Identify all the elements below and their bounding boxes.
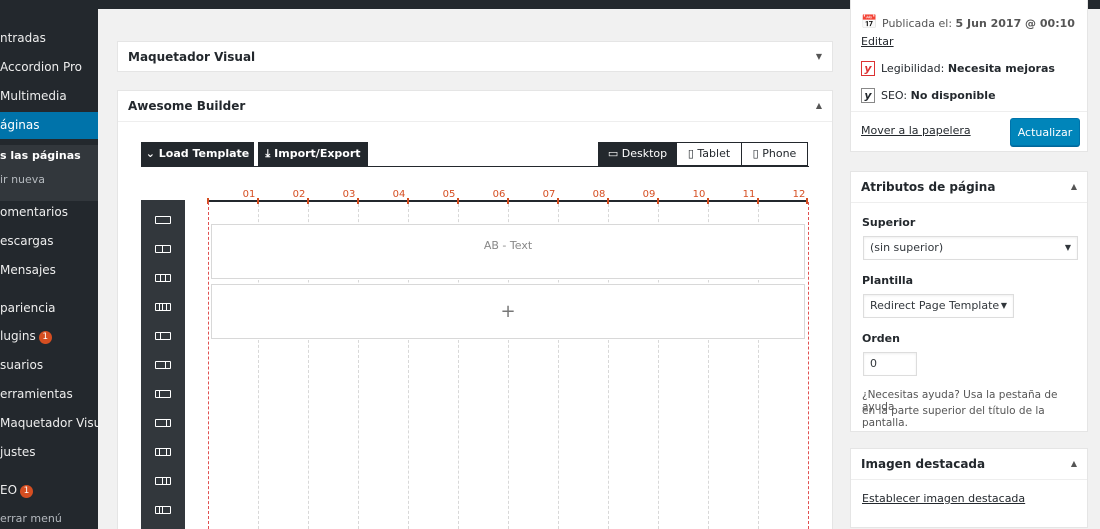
- seo-notification-badge: 1: [20, 485, 34, 498]
- caret-up-icon[interactable]: ▲: [816, 91, 822, 121]
- page-attributes-title[interactable]: Atributos de página: [851, 172, 1087, 202]
- device-tablet-button[interactable]: ▯ Tablet: [676, 143, 741, 165]
- sidebar-collapse-menu[interactable]: errar menú: [0, 507, 98, 529]
- divider: [118, 121, 832, 122]
- sidebar-item-multimedia[interactable]: Multimedia: [0, 84, 98, 108]
- sidebar-item-maquetador-visual[interactable]: Maquetador Visual: [0, 411, 98, 435]
- awesome-builder-title[interactable]: Awesome Builder: [118, 91, 832, 121]
- divider: [851, 479, 1087, 480]
- published-date-row: Publicada el: 5 Jun 2017 @ 00:10: [882, 17, 1075, 30]
- row-1-4-col-icon[interactable]: [155, 390, 171, 398]
- sidebar-item-comentarios[interactable]: omentarios: [0, 200, 98, 224]
- set-featured-image-link[interactable]: Establecer imagen destacada: [862, 492, 1025, 505]
- submenu-item-anadir-nueva[interactable]: ir nueva: [0, 169, 98, 191]
- sidebar-submenu-paginas: s las páginas ir nueva: [0, 145, 98, 201]
- device-desktop-button[interactable]: ▭ Desktop: [599, 143, 676, 165]
- sidebar-item-seo[interactable]: EO 1: [0, 478, 98, 502]
- help-text-line-2: en la parte superior del título de la pa…: [862, 405, 1045, 429]
- download-icon: ⤓: [265, 147, 271, 160]
- row-3-col-icon[interactable]: [155, 274, 171, 282]
- maquetador-visual-title[interactable]: Maquetador Visual: [118, 42, 832, 72]
- move-to-trash-link[interactable]: Mover a la papelera: [861, 124, 971, 137]
- load-template-button[interactable]: ⌄ Load Template: [141, 142, 254, 166]
- sidebar-item-herramientas[interactable]: erramientas: [0, 382, 98, 406]
- sidebar-item-apariencia[interactable]: pariencia: [0, 296, 98, 320]
- sidebar-item-entradas[interactable]: ntradas: [0, 26, 98, 50]
- template-label: Plantilla: [862, 274, 914, 287]
- tablet-icon: ▯: [687, 147, 694, 160]
- dropdown-arrow-icon: ▼: [1000, 301, 1007, 310]
- active-menu-arrow: [1092, 110, 1100, 126]
- edit-date-link[interactable]: Editar: [861, 35, 894, 48]
- row-1-1-2-col-icon[interactable]: [155, 506, 171, 514]
- readability-icon: y: [861, 61, 875, 76]
- plugins-update-badge: 1: [38, 331, 52, 344]
- dropdown-arrow-icon: ▼: [1064, 243, 1071, 252]
- caret-up-icon[interactable]: ▲: [1071, 449, 1077, 479]
- featured-image-box: Imagen destacada ▲ Establecer imagen des…: [850, 448, 1088, 528]
- add-module-row[interactable]: +: [211, 284, 805, 339]
- row-3-1-col-icon[interactable]: [155, 361, 171, 369]
- calendar-icon: 📅: [861, 15, 878, 30]
- sidebar-item-mensajes[interactable]: Mensajes: [0, 258, 98, 282]
- page-attributes-box: Atributos de página ▲ Superior (sin supe…: [850, 171, 1088, 432]
- parent-select[interactable]: (sin superior) ▼: [863, 236, 1078, 260]
- divider: [851, 202, 1087, 203]
- device-phone-button[interactable]: ▯ Phone: [741, 143, 807, 165]
- row-1-col-icon[interactable]: [155, 216, 171, 224]
- sidebar-item-plugins[interactable]: lugins 1: [0, 324, 98, 348]
- row-4-col-icon[interactable]: [155, 303, 171, 311]
- seo-icon: y: [861, 88, 875, 103]
- sidebar-item-usuarios[interactable]: suarios: [0, 353, 98, 377]
- toolbar-underline: [141, 166, 809, 167]
- order-input[interactable]: 0: [863, 352, 917, 376]
- text-module-label: AB - Text: [483, 239, 533, 252]
- row-1-3-col-icon[interactable]: [155, 332, 171, 340]
- sidebar-item-accordion-pro[interactable]: Accordion Pro: [0, 55, 98, 79]
- caret-up-icon[interactable]: ▲: [1071, 172, 1077, 202]
- divider: [851, 111, 1087, 112]
- maquetador-visual-box: Maquetador Visual ▼: [117, 41, 833, 72]
- text-module[interactable]: AB - Text: [211, 224, 805, 279]
- row-2-1-1-col-icon[interactable]: [155, 477, 171, 485]
- sidebar-item-ajustes[interactable]: justes: [0, 440, 98, 464]
- chevron-down-icon: ⌄: [145, 147, 155, 160]
- parent-label: Superior: [862, 216, 916, 229]
- featured-image-title[interactable]: Imagen destacada: [851, 449, 1087, 479]
- publish-box: 📅 Publicada el: 5 Jun 2017 @ 00:10 Edita…: [850, 0, 1088, 152]
- sidebar-item-paginas[interactable]: áginas: [0, 112, 98, 139]
- submenu-item-todas-paginas[interactable]: s las páginas: [0, 145, 98, 167]
- update-button[interactable]: Actualizar: [1010, 118, 1080, 146]
- admin-sidebar: ntradas Accordion Pro Multimedia áginas …: [0, 9, 98, 529]
- seo-row: SEO: No disponible: [881, 89, 996, 102]
- row-layout-palette: [141, 200, 185, 529]
- import-export-button[interactable]: ⤓ Import/Export: [258, 142, 368, 166]
- laptop-icon: ▭: [607, 147, 619, 160]
- row-1-2-1-col-icon[interactable]: [155, 448, 171, 456]
- readability-row: Legibilidad: Necesita mejoras: [881, 62, 1055, 75]
- template-select[interactable]: Redirect Page Template ▼: [863, 294, 1014, 318]
- row-2-col-icon[interactable]: [155, 245, 171, 253]
- order-label: Orden: [862, 332, 900, 345]
- sidebar-item-descargas[interactable]: escargas: [0, 229, 98, 253]
- plus-icon: +: [500, 301, 516, 322]
- device-switcher: ▭ Desktop ▯ Tablet ▯ Phone: [598, 142, 808, 166]
- phone-icon: ▯: [752, 147, 759, 160]
- caret-down-icon[interactable]: ▼: [816, 42, 822, 72]
- row-4-1-col-icon[interactable]: [155, 419, 171, 427]
